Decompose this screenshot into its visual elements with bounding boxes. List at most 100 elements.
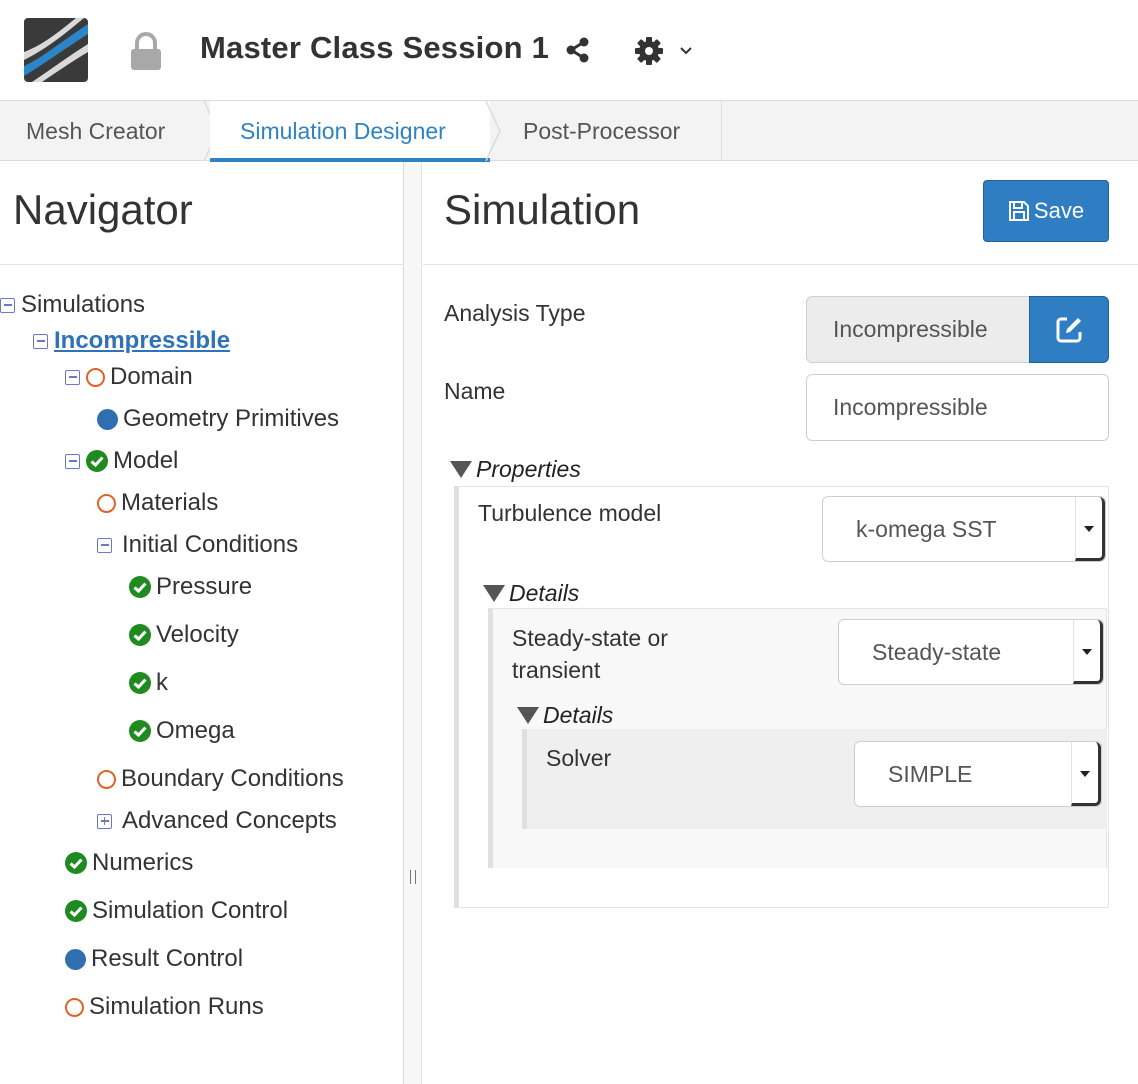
chevron-down-icon[interactable] bbox=[678, 44, 694, 58]
properties-label: Properties bbox=[476, 456, 581, 482]
tree-item-boundary-conditions[interactable]: Boundary Conditions bbox=[97, 763, 344, 795]
tree-item-velocity[interactable]: Velocity bbox=[129, 619, 239, 651]
resize-handle-icon[interactable] bbox=[410, 870, 416, 884]
tree-item-geometry-primitives[interactable]: Geometry Primitives bbox=[97, 403, 339, 435]
divider bbox=[0, 264, 404, 265]
dropdown-arrow-icon[interactable] bbox=[1075, 497, 1105, 561]
panel-title: Simulation bbox=[444, 186, 641, 233]
tree-item-initial-conditions[interactable]: Initial Conditions bbox=[97, 529, 298, 561]
tree-label: Pressure bbox=[156, 573, 253, 600]
edit-analysis-type-button[interactable] bbox=[1029, 296, 1109, 363]
tree-item-simulation-runs[interactable]: Simulation Runs bbox=[65, 991, 264, 1023]
triangle-down-icon bbox=[517, 707, 539, 724]
tree-item-k[interactable]: k bbox=[129, 667, 168, 699]
dropdown-arrow-icon[interactable] bbox=[1073, 620, 1103, 684]
tree-label: Simulations bbox=[21, 291, 146, 318]
divider bbox=[423, 264, 1138, 265]
share-icon[interactable] bbox=[564, 36, 592, 64]
project-title: Master Class Session 1 bbox=[200, 30, 550, 65]
collapse-icon[interactable] bbox=[97, 537, 112, 553]
edit-icon bbox=[1056, 317, 1082, 342]
save-button[interactable]: Save bbox=[983, 180, 1109, 242]
expand-icon[interactable] bbox=[97, 813, 112, 829]
details-toggle[interactable]: Details bbox=[517, 702, 613, 729]
check-circle-icon bbox=[129, 672, 151, 694]
incomplete-status-icon bbox=[97, 769, 116, 789]
analysis-type-label: Analysis Type bbox=[444, 300, 586, 326]
triangle-down-icon bbox=[450, 461, 472, 478]
check-circle-icon bbox=[129, 720, 151, 742]
tree-label: Boundary Conditions bbox=[121, 765, 344, 792]
navigator-title: Navigator bbox=[13, 186, 193, 233]
save-icon bbox=[1008, 201, 1029, 221]
tree-label: Simulation Control bbox=[92, 897, 289, 924]
details-label: Details bbox=[543, 702, 614, 728]
tab-simulation-designer[interactable]: Simulation Designer bbox=[210, 101, 490, 162]
collapse-icon[interactable] bbox=[33, 333, 48, 349]
tree-label: Advanced Concepts bbox=[122, 807, 337, 834]
check-circle-icon bbox=[129, 624, 151, 646]
tree-item-advanced-concepts[interactable]: Advanced Concepts bbox=[97, 805, 337, 837]
tree-label: Domain bbox=[110, 363, 193, 390]
tree-label: Velocity bbox=[156, 621, 239, 648]
name-label: Name bbox=[444, 378, 506, 404]
panel-splitter[interactable] bbox=[404, 162, 422, 1084]
steady-state-value: Steady-state bbox=[872, 639, 1002, 665]
app-header: Master Class Session 1 bbox=[0, 0, 1138, 100]
properties-toggle[interactable]: Properties bbox=[450, 456, 581, 483]
tree-label: Omega bbox=[156, 717, 235, 744]
steady-state-select[interactable]: Steady-state bbox=[838, 619, 1104, 685]
triangle-down-icon bbox=[483, 585, 505, 602]
collapse-icon[interactable] bbox=[65, 453, 80, 469]
steady-state-label: Steady-state or transient bbox=[512, 625, 668, 683]
simulation-panel: Simulation Save Analysis Type Incompress… bbox=[423, 162, 1138, 1084]
lock-icon bbox=[128, 32, 164, 72]
tree-label[interactable]: Incompressible bbox=[54, 325, 230, 357]
analysis-type-field: Incompressible bbox=[806, 296, 1030, 363]
tree-label: Model bbox=[113, 447, 179, 474]
info-status-icon bbox=[65, 948, 86, 970]
check-circle-icon bbox=[129, 576, 151, 598]
solver-select[interactable]: SIMPLE bbox=[854, 741, 1102, 807]
turbulence-model-select[interactable]: k-omega SST bbox=[822, 496, 1106, 562]
incomplete-status-icon bbox=[86, 367, 105, 387]
tree-item-omega[interactable]: Omega bbox=[129, 715, 235, 747]
turbulence-model-value: k-omega SST bbox=[856, 516, 997, 542]
tree-item-result-control[interactable]: Result Control bbox=[65, 943, 243, 975]
tree-label: Geometry Primitives bbox=[123, 405, 340, 432]
check-circle-icon bbox=[65, 900, 87, 922]
collapse-icon[interactable] bbox=[65, 369, 80, 385]
name-input[interactable]: Incompressible bbox=[806, 374, 1109, 441]
gear-icon[interactable] bbox=[634, 36, 664, 66]
tree-label: Simulation Runs bbox=[89, 993, 264, 1020]
details-toggle[interactable]: Details bbox=[483, 580, 579, 607]
dropdown-arrow-icon[interactable] bbox=[1071, 742, 1101, 806]
simscale-logo[interactable] bbox=[24, 18, 88, 82]
check-circle-icon bbox=[86, 450, 108, 472]
turbulence-model-label: Turbulence model bbox=[478, 500, 662, 526]
collapse-icon[interactable] bbox=[0, 297, 15, 313]
tree-label: k bbox=[156, 669, 168, 696]
tree-label: Initial Conditions bbox=[122, 531, 299, 558]
tree-item-simulations[interactable]: Simulations bbox=[0, 289, 145, 321]
tab-mesh-creator[interactable]: Mesh Creator bbox=[0, 101, 210, 161]
tab-post-processor[interactable]: Post-Processor bbox=[490, 101, 722, 161]
tree-item-pressure[interactable]: Pressure bbox=[129, 571, 252, 603]
incomplete-status-icon bbox=[65, 997, 84, 1017]
save-button-label: Save bbox=[1033, 198, 1085, 223]
navigator-panel: Navigator Simulations Incompressible Dom… bbox=[0, 162, 404, 1084]
tree-item-model[interactable]: Model bbox=[65, 445, 178, 477]
tree-label: Result Control bbox=[91, 945, 244, 972]
solver-label: Solver bbox=[546, 745, 612, 771]
tree-item-materials[interactable]: Materials bbox=[97, 487, 218, 519]
solver-value: SIMPLE bbox=[888, 761, 973, 787]
tree-item-domain[interactable]: Domain bbox=[65, 361, 193, 393]
tree-item-numerics[interactable]: Numerics bbox=[65, 847, 193, 879]
tree-item-simulation-control[interactable]: Simulation Control bbox=[65, 895, 288, 927]
tree-label: Materials bbox=[121, 489, 219, 516]
details-label: Details bbox=[509, 580, 580, 606]
tree-item-incompressible[interactable]: Incompressible bbox=[33, 325, 230, 357]
info-status-icon bbox=[97, 408, 118, 430]
tree-label: Numerics bbox=[92, 849, 194, 876]
check-circle-icon bbox=[65, 852, 87, 874]
